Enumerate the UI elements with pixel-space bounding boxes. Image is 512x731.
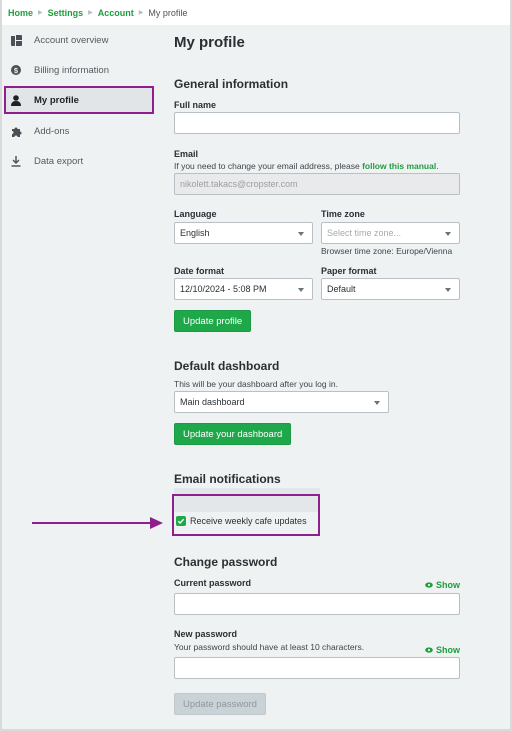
dollar-circle-icon: $ [10,65,22,75]
sidebar-item-account-overview[interactable]: Account overview [4,26,154,54]
chevron-down-icon [445,232,451,236]
timezone-placeholder: Select time zone... [327,228,402,238]
browser-timezone-text: Browser time zone: Europe/Vienna [321,246,453,256]
chevron-down-icon [298,288,304,292]
current-password-label: Current password [174,578,252,588]
new-password-label: New password [174,629,238,639]
date-format-select[interactable]: 12/10/2024 - 5:08 PM [174,278,313,300]
full-name-label: Full name [174,100,217,110]
timezone-select[interactable]: Select time zone... [321,222,460,244]
dashboard-icon [10,34,22,46]
annotation-highlight-box [172,494,320,536]
sidebar-item-label: Billing information [34,64,109,76]
language-label: Language [174,209,217,219]
date-format-label: Date format [174,266,225,276]
user-icon [10,94,22,106]
breadcrumb-account[interactable]: Account [98,8,134,18]
full-name-input[interactable] [174,112,460,134]
download-icon [10,155,22,167]
show-current-password-toggle[interactable]: Show [425,580,460,590]
sidebar-item-label: Account overview [34,34,109,46]
breadcrumb-settings[interactable]: Settings [48,8,84,18]
new-password-input[interactable] [174,657,460,679]
sidebar-item-add-ons[interactable]: Add-ons [4,117,154,145]
email-label: Email [174,149,199,159]
default-dashboard-heading: Default dashboard [174,359,280,373]
new-password-help-text: Your password should have at least 10 ch… [174,642,365,652]
language-value: English [180,228,210,238]
paper-format-value: Default [327,284,356,294]
show-label: Show [436,645,460,655]
breadcrumb-home[interactable]: Home [8,8,33,18]
chevron-down-icon [298,232,304,236]
dashboard-help-text: This will be your dashboard after you lo… [174,379,338,389]
sidebar-item-my-profile[interactable]: My profile [4,86,154,114]
dashboard-value: Main dashboard [180,397,245,407]
current-password-input[interactable] [174,593,460,615]
general-information-heading: General information [174,77,289,91]
app-frame: Home ▶ Settings ▶ Account ▶ My profile A… [2,0,510,729]
sidebar-item-label: Data export [34,155,84,167]
date-format-value: 12/10/2024 - 5:08 PM [180,284,267,294]
triangle-right-icon: ▶ [88,10,93,16]
email-help-suffix: . [436,161,439,171]
eye-icon [425,647,433,653]
puzzle-icon [10,126,22,137]
chevron-down-icon [374,401,380,405]
change-password-heading: Change password [174,555,278,569]
sidebar-item-label: My profile [34,94,79,106]
triangle-right-icon: ▶ [138,10,144,16]
email-field: nikolett.takacs@cropster.com [174,173,460,195]
update-dashboard-button[interactable]: Update your dashboard [174,423,292,445]
email-help-text: If you need to change your email address… [174,161,439,171]
show-label: Show [436,580,460,590]
language-select[interactable]: English [174,222,313,244]
breadcrumb-current: My profile [148,7,188,18]
triangle-right-icon: ▶ [38,10,43,16]
page-title: My profile [174,34,245,51]
annotation-arrow-icon [32,517,163,529]
paper-format-select[interactable]: Default [321,278,460,300]
sidebar-item-label: Add-ons [34,125,70,137]
email-help-prefix: If you need to change your email address… [174,161,363,171]
sidebar-item-data-export[interactable]: Data export [4,147,154,175]
paper-format-label: Paper format [321,266,377,276]
email-notifications-heading: Email notifications [174,472,281,486]
chevron-down-icon [445,288,451,292]
follow-manual-link[interactable]: follow this manual [362,161,436,171]
sidebar-item-billing-information[interactable]: $ Billing information [4,56,154,84]
timezone-label: Time zone [321,209,365,219]
update-profile-button[interactable]: Update profile [174,310,252,332]
show-new-password-toggle[interactable]: Show [425,645,460,655]
update-password-button: Update password [174,693,266,715]
eye-icon [425,582,433,588]
breadcrumb: Home ▶ Settings ▶ Account ▶ My profile [2,0,510,25]
dashboard-select[interactable]: Main dashboard [174,391,389,413]
